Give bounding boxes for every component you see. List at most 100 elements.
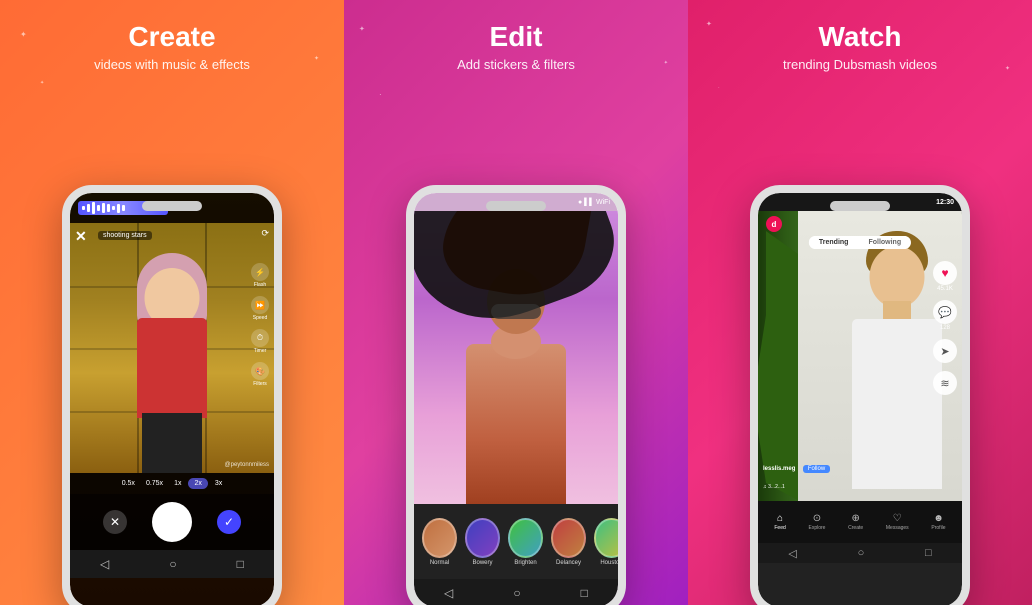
- home-nav-icon[interactable]: ○: [169, 557, 176, 571]
- filter-delancey[interactable]: Delancey: [551, 518, 586, 566]
- speed-3x[interactable]: 3x: [211, 478, 226, 489]
- wave-bar: [87, 204, 90, 212]
- following-tab[interactable]: Following: [858, 236, 911, 249]
- sparkle-icon: ✦: [664, 60, 668, 66]
- video-username: lesslis.meg: [763, 466, 795, 472]
- create-nav-icon: ⊕: [851, 513, 859, 524]
- like-action[interactable]: ♥ 45.1K: [933, 261, 957, 292]
- trending-tab[interactable]: Trending: [809, 236, 859, 249]
- close-button[interactable]: ✕: [75, 228, 87, 245]
- speed-bar: 0.5x 0.75x 1x 2x 3x: [70, 473, 274, 494]
- sparkle-icon: ✦: [359, 25, 365, 33]
- dubsmash-logo-text: d: [772, 220, 777, 229]
- filter-normal-thumb: [422, 518, 457, 558]
- speed-1x[interactable]: 1x: [170, 478, 185, 489]
- speed-0.5x[interactable]: 0.5x: [118, 478, 139, 489]
- create-header: Create videos with music & effects: [84, 0, 260, 82]
- confirm-button[interactable]: ✓: [217, 510, 241, 534]
- square-nav-icon[interactable]: □: [581, 586, 588, 600]
- bottom-nav: ◁ ○ □: [70, 550, 274, 578]
- edit-screen: ● ▌▌ WiFi: [414, 193, 618, 605]
- filter-normal[interactable]: Normal: [422, 518, 457, 566]
- follow-button[interactable]: Follow: [803, 465, 830, 473]
- timer-label: Timer: [254, 348, 267, 354]
- camera-controls: ✕ ✓: [70, 494, 274, 550]
- feed-label: Feed: [774, 525, 785, 531]
- back-nav-icon[interactable]: ◁: [100, 557, 109, 571]
- filter-brighten-label: Brighten: [514, 560, 536, 566]
- watch-header: Watch trending Dubsmash videos: [773, 0, 947, 82]
- shutter-button[interactable]: [152, 502, 192, 542]
- share-icon: ➤: [933, 339, 957, 363]
- system-nav: ◁ ○ □: [758, 543, 962, 563]
- edit-title: Edit: [457, 22, 575, 53]
- sparkle-icon: ✦: [706, 20, 712, 28]
- comment-action[interactable]: 💬 128: [933, 300, 957, 331]
- watch-nav: ⌂ Feed ⊙ Explore ⊕ Create ♡ Messages: [758, 501, 962, 543]
- speed-2x[interactable]: 2x: [188, 478, 207, 489]
- explore-nav[interactable]: ⊙ Explore: [808, 513, 825, 531]
- timer-control[interactable]: ⏱ Timer: [251, 329, 269, 354]
- watch-subtitle: trending Dubsmash videos: [783, 57, 937, 72]
- sparkle-icon: ·: [379, 90, 382, 99]
- sparkle-icon: ✦: [40, 80, 44, 86]
- bottom-nav: ◁ ○ □: [414, 579, 618, 605]
- right-controls: ⚡ Flash ⏩ Speed ⏱ Timer: [251, 263, 269, 387]
- like-icon: ♥: [933, 261, 957, 285]
- filter-brighten[interactable]: Brighten: [508, 518, 543, 566]
- create-phone: shooting stars ✕ ⟳ ⚡ Flash ⏩: [62, 185, 282, 605]
- filter-houston[interactable]: Houston: [594, 518, 618, 566]
- filters-control[interactable]: 🎨 Filters: [251, 362, 269, 387]
- send-icon: ➤: [940, 345, 949, 358]
- back-nav-icon[interactable]: ◁: [444, 586, 453, 600]
- speed-control[interactable]: ⏩ Speed: [251, 296, 269, 321]
- create-title: Create: [94, 22, 250, 53]
- sparkle-icon: ✦: [1005, 65, 1010, 72]
- feed-icon: ⌂: [777, 513, 783, 524]
- create-screen: shooting stars ✕ ⟳ ⚡ Flash ⏩: [70, 193, 274, 605]
- speed-0.75x[interactable]: 0.75x: [142, 478, 167, 489]
- create-nav[interactable]: ⊕ Create: [848, 513, 863, 531]
- wave-icon: ≋: [940, 377, 949, 390]
- filter-bowery[interactable]: Bowery: [465, 518, 500, 566]
- wave-bar: [82, 206, 85, 210]
- edit-subtitle: Add stickers & filters: [457, 57, 575, 72]
- filter-houston-label: Houston: [600, 560, 618, 566]
- create-panel: ✦ ✦ ✦ Create videos with music & effects: [0, 0, 344, 605]
- dubsmash-logo: d: [766, 216, 782, 232]
- watch-phone-frame: 12:30: [750, 185, 970, 605]
- square-nav-icon[interactable]: □: [237, 557, 244, 571]
- home-nav-icon[interactable]: ○: [513, 586, 520, 600]
- username-label: @peytonnmiless: [225, 462, 269, 468]
- filter-bowery-label: Bowery: [472, 560, 492, 566]
- cancel-button[interactable]: ✕: [103, 510, 127, 534]
- feed-nav[interactable]: ⌂ Feed: [774, 513, 785, 531]
- messages-nav[interactable]: ♡ Messages: [886, 513, 909, 531]
- flip-icon[interactable]: ⟳: [261, 228, 269, 239]
- person-head: [870, 246, 925, 308]
- recent-system-icon[interactable]: □: [925, 547, 932, 559]
- wave-bar: [92, 202, 95, 214]
- explore-icon: ⊙: [813, 513, 821, 524]
- song-label: shooting stars: [98, 231, 152, 240]
- filters-icon: 🎨: [251, 362, 269, 380]
- edit-phone-frame: ● ▌▌ WiFi: [406, 185, 626, 605]
- edit-status-icons: ● ▌▌ WiFi: [578, 199, 610, 206]
- heart-icon: ♥: [941, 266, 948, 280]
- speed-icon: ⏩: [251, 296, 269, 314]
- create-subtitle: videos with music & effects: [94, 57, 250, 72]
- watch-person: [847, 231, 947, 496]
- profile-nav[interactable]: ☻ Profile: [931, 513, 945, 531]
- wave-bar: [97, 205, 100, 211]
- flash-control[interactable]: ⚡ Flash: [251, 263, 269, 288]
- watch-time: 12:30: [936, 199, 954, 206]
- home-system-icon[interactable]: ○: [858, 547, 865, 559]
- back-system-icon[interactable]: ◁: [788, 547, 796, 560]
- wave-bar: [107, 204, 110, 212]
- share-action[interactable]: ➤: [933, 339, 957, 363]
- audio-action[interactable]: ≋: [933, 371, 957, 395]
- flash-icon: ⚡: [251, 263, 269, 281]
- comment-count: 128: [940, 325, 950, 331]
- watch-title: Watch: [783, 22, 937, 53]
- filter-delancey-label: Delancey: [556, 560, 581, 566]
